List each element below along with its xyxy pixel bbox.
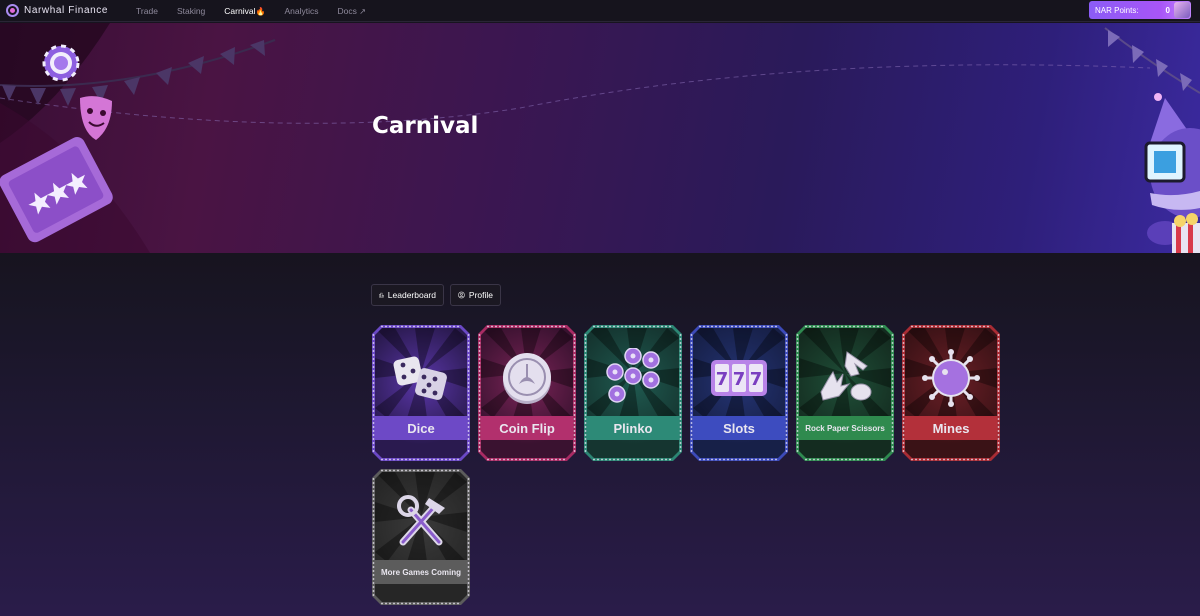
card-label: More Games Coming: [375, 560, 467, 584]
slot-machine-icon: 777: [711, 360, 767, 396]
nar-points-button[interactable]: NAR Points: 0: [1089, 1, 1191, 19]
external-link-icon: ↗: [359, 6, 366, 16]
user-icon: [458, 291, 465, 299]
top-nav: Narwhal Finance Trade Staking Carnival🔥 …: [0, 0, 1200, 22]
game-card-more-games: More Games Coming: [372, 469, 470, 605]
app-name: Narwhal Finance: [24, 5, 109, 16]
card-label: Mines: [905, 416, 997, 440]
card-inner: Plinko: [587, 328, 679, 458]
nav-carnival[interactable]: Carnival🔥: [224, 6, 265, 16]
svg-text:7: 7: [716, 369, 729, 390]
game-card-dice[interactable]: Dice: [372, 325, 470, 461]
game-card-plinko[interactable]: Plinko: [584, 325, 682, 461]
card-inner: More Games Coming: [375, 472, 467, 602]
poker-chip-icon: [42, 44, 80, 82]
mine-icon: [922, 349, 980, 407]
game-card-slots[interactable]: 777 Slots: [690, 325, 788, 461]
fire-icon: 🔥: [255, 6, 266, 16]
game-card-rock-paper-scissors[interactable]: Rock Paper Scissors: [796, 325, 894, 461]
leaderboard-button[interactable]: Leaderboard: [371, 284, 444, 306]
nav-trade[interactable]: Trade: [136, 6, 158, 16]
page-title: Carnival: [372, 113, 479, 139]
carnival-banner: Carnival: [0, 23, 1200, 253]
logo[interactable]: Narwhal Finance: [6, 4, 108, 17]
card-label: Slots: [693, 416, 785, 440]
nav-links: Trade Staking Carnival🔥 Analytics Docs ↗: [136, 6, 385, 16]
coin-icon: [503, 353, 551, 404]
profile-label: Profile: [468, 290, 493, 300]
nav-carnival-label: Carnival: [224, 5, 256, 16]
card-inner: 777 Slots: [693, 328, 785, 458]
card-inner: Dice: [375, 328, 467, 458]
theater-mask-icon: [80, 96, 112, 140]
card-label: Dice: [375, 416, 467, 440]
avatar[interactable]: [1174, 2, 1190, 18]
nav-analytics[interactable]: Analytics: [284, 6, 318, 16]
card-inner: Coin Flip: [481, 328, 573, 458]
svg-text:7: 7: [750, 369, 763, 390]
hand-gestures-icon: [820, 351, 872, 401]
game-card-coin-flip[interactable]: Coin Flip: [478, 325, 576, 461]
card-inner: Rock Paper Scissors: [799, 328, 891, 458]
nav-staking[interactable]: Staking: [177, 6, 205, 16]
points-value: 0: [1165, 5, 1170, 15]
nav-docs[interactable]: Docs ↗: [337, 6, 365, 16]
points-label: NAR Points:: [1095, 5, 1139, 15]
narwhal-logo-icon: [6, 4, 19, 17]
dice-icon: [393, 356, 447, 400]
tools-icon: [397, 495, 445, 546]
card-label: Rock Paper Scissors: [799, 416, 891, 440]
card-inner: Mines: [905, 328, 997, 458]
plinko-chips-icon: [606, 348, 660, 403]
card-label: Coin Flip: [481, 416, 573, 440]
svg-text:7: 7: [733, 369, 746, 390]
profile-button[interactable]: Profile: [450, 284, 501, 306]
podium-icon: [379, 292, 384, 298]
nav-docs-label: Docs: [337, 5, 357, 16]
game-card-mines[interactable]: Mines: [902, 325, 1000, 461]
banner-decoration: [0, 23, 1200, 253]
leaderboard-label: Leaderboard: [387, 290, 436, 300]
card-label: Plinko: [587, 416, 679, 440]
narwhal-mascot-icon: [1144, 93, 1200, 253]
